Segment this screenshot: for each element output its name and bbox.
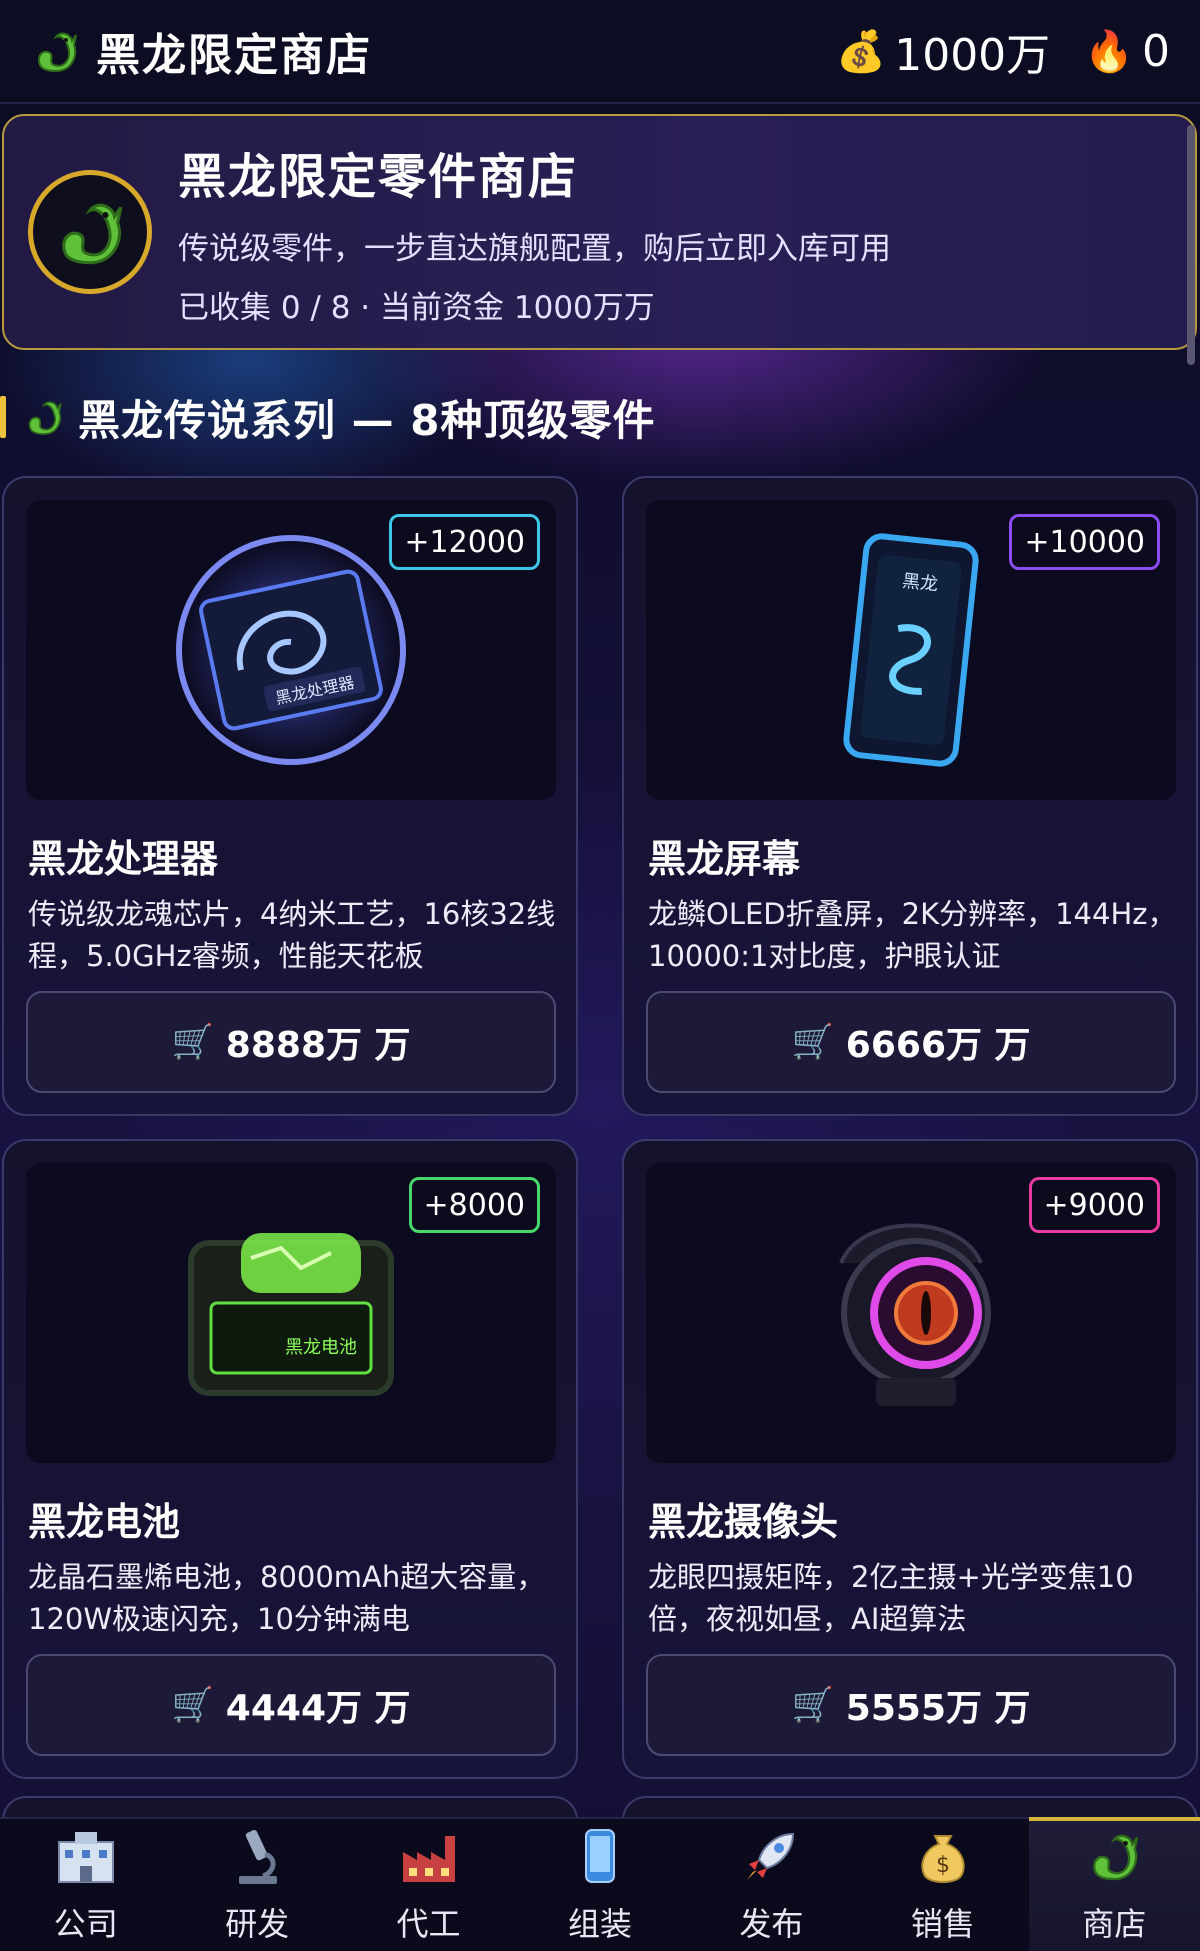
banner-stats: 已收集 0 / 8 · 当前资金 1000万万 [178,290,655,326]
nav-item-launch[interactable]: 发布 [686,1819,857,1951]
product-description: 龙眼四摄矩阵，2亿主摄+光学变焦10倍，夜视如昼，AI超算法 [648,1560,1134,1636]
price-label: 5555万 万 [845,1688,1031,1729]
scrollbar[interactable] [1187,125,1195,365]
fire-value: 0 [1142,25,1170,77]
top-bar: 黑龙限定商店 💰 1000万 🔥 0 [0,0,1200,104]
section-title: 黑龙传说系列 — 8种顶级零件 [78,395,656,445]
svg-text:$: $ [936,1853,950,1878]
factory-icon [394,1821,464,1891]
nav-label: 代工 [396,1905,461,1943]
buy-button[interactable]: 🛒 8888万 万 [26,991,556,1093]
buy-button[interactable]: 🛒 6666万 万 [646,991,1176,1093]
product-card[interactable]: 黑龙 +10000 黑龙屏幕 龙鳞OLED折叠屏，2K分辨率，144Hz，100… [622,476,1198,1116]
dragon-icon [1079,1821,1149,1891]
nav-label: 公司 [53,1905,118,1943]
price-label: 4444万 万 [225,1688,411,1729]
shop-page: 黑龙限定商店 💰 1000万 🔥 0 黑龙限定零件商店 传说级零件，一步直达旗舰… [0,0,1200,1951]
nav-item-company[interactable]: 公司 [0,1819,171,1951]
section-accent-bar [0,396,6,438]
product-name: 黑龙屏幕 [648,837,801,881]
page-title: 黑龙限定商店 [96,30,372,81]
nav-item-research[interactable]: 研发 [171,1819,342,1951]
nav-label: 研发 [225,1905,290,1943]
nav-item-shop[interactable]: 商店 [1028,1817,1200,1951]
product-card[interactable]: +9000 黑龙摄像头 龙眼四摄矩阵，2亿主摄+光学变焦10倍，夜视如昼，AI超… [622,1139,1198,1779]
product-name: 黑龙摄像头 [648,1500,839,1544]
buy-button[interactable]: 🛒 4444万 万 [26,1654,556,1756]
nav-item-assembly[interactable]: 组装 [514,1819,685,1951]
nav-item-foundry[interactable]: 代工 [343,1819,514,1951]
product-description: 龙晶石墨烯电池，8000mAh超大容量，120W极速闪充，10分钟满电 [28,1560,546,1636]
product-description: 龙鳞OLED折叠屏，2K分辨率，144Hz，10000:1对比度，护眼认证 [648,897,1177,973]
power-badge: +10000 [1009,514,1160,570]
banner-subtitle: 传说级零件，一步直达旗舰配置，购后立即入库可用 [178,231,891,267]
nav-item-sales[interactable]: $ 销售 [857,1819,1028,1951]
dragon-icon [38,32,77,73]
shop-banner: 黑龙限定零件商店 传说级零件，一步直达旗舰配置，购后立即入库可用 已收集 0 /… [2,114,1197,350]
microscope-icon [222,1821,292,1891]
nav-label: 组装 [567,1905,632,1943]
dragon-icon [28,401,62,435]
banner-title: 黑龙限定零件商店 [178,149,579,205]
money-bag-icon: 💰 [836,28,887,75]
company-building-icon [51,1821,121,1891]
nav-label: 销售 [910,1905,975,1943]
money-bag-icon: $ [908,1821,978,1891]
nav-label: 发布 [739,1905,804,1943]
product-card[interactable]: 黑龙电池 +8000 黑龙电池 龙晶石墨烯电池，8000mAh超大容量，120W… [2,1139,578,1779]
bottom-nav: 公司 研发 代工 组装 发布 $ 销售 商店 [0,1817,1200,1951]
product-image-label: 黑龙 [901,571,939,596]
product-image-label: 黑龙电池 [285,1337,357,1358]
product-name: 黑龙处理器 [28,837,219,881]
product-description: 传说级龙魂芯片，4纳米工艺，16核32线程，5.0GHz睿频，性能天花板 [28,897,556,973]
section-heading: 黑龙传说系列 — 8种顶级零件 [0,390,655,445]
rocket-icon [736,1821,806,1891]
fire-stat: 🔥 0 [1084,26,1170,77]
cart-icon: 🛒 [791,1685,834,1725]
cart-icon: 🛒 [791,1022,834,1062]
price-label: 6666万 万 [845,1025,1031,1066]
cart-icon: 🛒 [171,1685,214,1725]
power-badge: +9000 [1028,1177,1160,1233]
money-value: 1000万 [894,30,1051,81]
power-badge: +8000 [408,1177,540,1233]
product-name: 黑龙电池 [28,1500,181,1544]
dragon-badge [28,170,152,294]
money-stat: 💰 1000万 [836,19,1050,83]
product-card[interactable]: 黑龙处理器 +12000 黑龙处理器 传说级龙魂芯片，4纳米工艺，16核32线程… [2,476,578,1116]
power-badge: +12000 [389,514,540,570]
assembly-icon [565,1821,635,1891]
nav-label: 商店 [1082,1905,1147,1943]
price-label: 8888万 万 [225,1025,411,1066]
cart-icon: 🛒 [171,1022,214,1062]
dragon-icon [62,203,123,265]
buy-button[interactable]: 🛒 5555万 万 [646,1654,1176,1756]
fire-icon: 🔥 [1084,28,1134,75]
